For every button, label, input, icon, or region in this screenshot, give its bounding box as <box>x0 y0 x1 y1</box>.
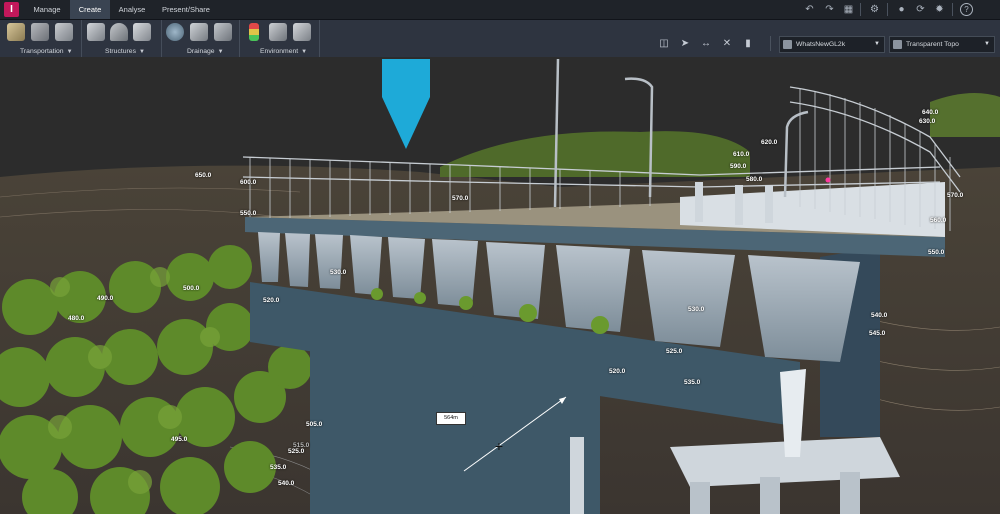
redo-icon[interactable]: ↷ <box>823 3 836 16</box>
city-furniture-icon[interactable] <box>293 23 311 41</box>
chevron-down-icon: ▼ <box>874 41 880 47</box>
elevation-label: 495.0 <box>171 436 188 443</box>
elevation-label: 570.0 <box>452 195 469 202</box>
elevation-label: 640.0 <box>922 109 939 116</box>
elevation-label: 530.0 <box>330 269 347 276</box>
traffic-light-icon[interactable] <box>249 23 259 41</box>
ribbon-toolbar: Transportation ▼ Structures ▼ Drainage ▼ En… <box>0 20 1000 58</box>
elevation-label: 630.0 <box>919 118 936 125</box>
elevation-label: 520.0 <box>609 368 626 375</box>
crosshair-cursor-icon: + <box>494 438 504 454</box>
structures-label[interactable]: Structures ▼ <box>105 48 145 55</box>
top-tab-bar: I Manage Create Analyse Present/Share ↶ … <box>0 0 1000 20</box>
elevation-label: 570.0 <box>947 192 964 199</box>
bridge-pier-icon[interactable] <box>55 23 73 41</box>
tab-analyse[interactable]: Analyse <box>112 0 152 19</box>
pipe-icon[interactable] <box>214 23 232 41</box>
ribbon-divider <box>770 36 771 51</box>
settings-wheel-icon[interactable]: ✹ <box>933 3 946 16</box>
elevation-label: 590.0 <box>730 163 747 170</box>
elevation-label: 580.0 <box>746 176 763 183</box>
elevation-label: 525.0 <box>288 448 305 455</box>
chevron-down-icon: ▼ <box>66 49 73 55</box>
elevation-label: 650.0 <box>195 172 212 179</box>
3d-viewport[interactable]: 650.0 600.0 550.0 570.0 610.0 590.0 580.… <box>0 57 1000 514</box>
elevation-label: 600.0 <box>240 179 257 186</box>
drainage-label[interactable]: Drainage ▼ <box>187 48 224 55</box>
environment-label[interactable]: Environment ▼ <box>260 48 307 55</box>
toolbar-divider <box>860 3 861 16</box>
elevation-label: 540.0 <box>871 312 888 319</box>
elevation-label: 500.0 <box>183 285 200 292</box>
elevation-label: 550.0 <box>240 210 257 217</box>
cross-tool-icon[interactable]: ✕ <box>720 37 734 51</box>
chevron-down-icon: ▼ <box>301 49 308 55</box>
elevation-label: 540.0 <box>278 480 295 487</box>
elevation-label: 560.0 <box>930 217 947 224</box>
railway-icon[interactable] <box>31 23 49 41</box>
clip-icon[interactable]: ▮ <box>741 37 755 51</box>
environment-group: Environment ▼ <box>239 20 320 57</box>
toolbar-divider <box>952 3 953 16</box>
elevation-label: 520.0 <box>263 297 280 304</box>
culvert-icon[interactable] <box>190 23 208 41</box>
gear-icon[interactable]: ⚙ <box>868 3 881 16</box>
structures-group: Structures ▼ <box>81 20 162 57</box>
undo-icon[interactable]: ↶ <box>803 3 816 16</box>
grid-icon[interactable]: ▦ <box>842 3 855 16</box>
sync-icon[interactable]: ⟳ <box>914 3 927 16</box>
elevation-label: 545.0 <box>869 330 886 337</box>
app-logo[interactable]: I <box>4 2 19 17</box>
tunnel-icon[interactable] <box>110 23 128 41</box>
chevron-down-icon: ▼ <box>217 49 224 55</box>
style-icon <box>783 39 792 49</box>
drainage-group: Drainage ▼ <box>161 20 240 57</box>
pipe-network-icon[interactable] <box>166 23 184 41</box>
transportation-group: Transportation ▼ <box>0 20 82 57</box>
toolbar-divider <box>887 3 888 16</box>
elevation-label: 490.0 <box>97 295 114 302</box>
tab-manage[interactable]: Manage <box>27 0 67 19</box>
measure-icon[interactable]: ↔ <box>699 37 713 51</box>
elevation-label: 525.0 <box>666 348 683 355</box>
measurement-tag: 564m <box>436 412 466 425</box>
elevation-label: 530.0 <box>688 306 705 313</box>
road-icon[interactable] <box>7 23 25 41</box>
chevron-down-icon: ▼ <box>984 41 990 47</box>
globe-icon[interactable]: ● <box>895 3 908 16</box>
terrain-dropdown[interactable]: Transparent Topo ▼ <box>889 36 995 53</box>
elevation-label: 505.0 <box>306 421 323 428</box>
terrain-icon <box>893 39 902 49</box>
tab-present-share[interactable]: Present/Share <box>158 0 214 19</box>
tree-icon[interactable] <box>269 23 287 41</box>
tab-create[interactable]: Create <box>70 0 110 19</box>
chevron-down-icon: ▼ <box>138 49 145 55</box>
transportation-label[interactable]: Transportation ▼ <box>20 48 73 55</box>
elevation-label: 550.0 <box>928 249 945 256</box>
screen-icon[interactable]: ◫ <box>657 37 671 51</box>
pointer-icon[interactable]: ➤ <box>678 37 692 51</box>
elevation-label: 480.0 <box>68 315 85 322</box>
elevation-label: 610.0 <box>733 151 750 158</box>
bridge-deck-icon[interactable] <box>87 23 105 41</box>
visual-style-dropdown[interactable]: WhatsNewGL2k ▼ <box>779 36 885 53</box>
help-icon[interactable]: ? <box>960 3 973 16</box>
elevation-label: 535.0 <box>270 464 287 471</box>
elevation-label: 535.0 <box>684 379 701 386</box>
elevation-label: 620.0 <box>761 139 778 146</box>
building-icon[interactable] <box>133 23 151 41</box>
